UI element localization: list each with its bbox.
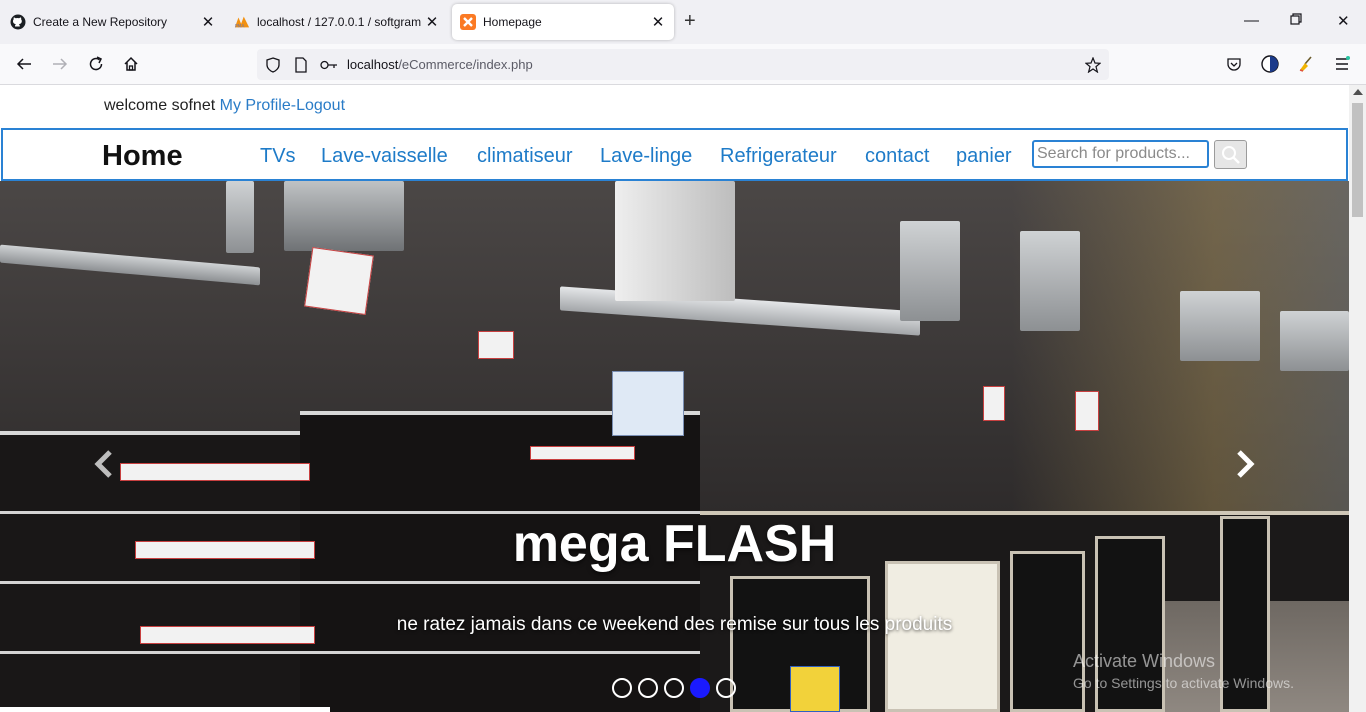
address-bar[interactable]: localhost/eCommerce/index.php: [257, 49, 1109, 80]
content-edge: [0, 707, 330, 712]
github-icon: [10, 14, 26, 30]
carousel-caption-subtitle: ne ratez jamais dans ce weekend des remi…: [396, 614, 953, 635]
app-menu-icon[interactable]: [1332, 54, 1352, 74]
carousel-indicator[interactable]: [612, 678, 632, 698]
phpmyadmin-icon: PMA: [234, 14, 250, 30]
product-search-input[interactable]: [1032, 140, 1209, 168]
tab-title: Create a New Repository: [33, 15, 168, 29]
chevron-left-icon: [94, 450, 112, 478]
browser-toolbar: localhost/eCommerce/index.php: [0, 44, 1366, 85]
close-tab-icon[interactable]: ✕: [424, 13, 440, 31]
watermark-line1: Activate Windows: [1073, 651, 1216, 671]
nav-link-tvs[interactable]: TVs: [260, 145, 296, 168]
close-window-icon[interactable]: ✕: [1337, 12, 1350, 30]
carousel-indicator[interactable]: [638, 678, 658, 698]
web-page: welcome sofnet My Profile-Logout Home TV…: [0, 85, 1349, 712]
shield-icon[interactable]: [263, 55, 283, 75]
close-tab-icon[interactable]: ✕: [200, 13, 216, 31]
hero-carousel: mega FLASH ne ratez jamais dans ce weeke…: [0, 181, 1349, 712]
nav-link-climatiseur[interactable]: climatiseur: [477, 145, 573, 168]
nav-link-panier[interactable]: panier: [956, 145, 1012, 168]
watermark-line2: Go to Settings to activate Windows.: [1073, 675, 1294, 691]
carousel-next-button[interactable]: [1230, 449, 1260, 479]
tab-title: localhost / 127.0.0.1 / softgram: [257, 15, 422, 29]
close-tab-icon[interactable]: ✕: [650, 13, 666, 31]
scroll-up-icon[interactable]: [1353, 89, 1363, 95]
tab-title: Homepage: [483, 15, 542, 29]
tab-phpmyadmin[interactable]: PMA localhost / 127.0.0.1 / softgram ✕: [226, 4, 448, 40]
carousel-indicator[interactable]: [716, 678, 736, 698]
tab-homepage[interactable]: Homepage ✕: [452, 4, 674, 40]
site-navigation: Home TVs Lave-vaisselle climatiseur Lave…: [1, 128, 1348, 181]
url-path: /eCommerce/index.php: [398, 57, 533, 72]
extension-broom-icon[interactable]: [1296, 54, 1316, 74]
carousel-caption-title: mega FLASH: [512, 515, 837, 573]
carousel-prev-button[interactable]: [89, 449, 119, 479]
scrollbar-thumb[interactable]: [1352, 103, 1363, 217]
svg-text:PMA: PMA: [235, 23, 245, 29]
back-icon[interactable]: [14, 54, 34, 74]
search-icon: [1221, 145, 1240, 164]
forward-icon[interactable]: [50, 54, 70, 74]
welcome-text: welcome sofnet: [104, 97, 216, 114]
bookmark-star-icon[interactable]: [1083, 55, 1103, 75]
pocket-icon[interactable]: [1224, 54, 1244, 74]
new-tab-icon[interactable]: +: [684, 10, 696, 33]
carousel-indicators: [612, 678, 736, 698]
url-host: localhost: [347, 57, 399, 72]
tab-create-repository[interactable]: Create a New Repository ✕: [2, 4, 224, 40]
logout-link[interactable]: Logout: [296, 97, 345, 114]
browser-tab-strip: Create a New Repository ✕ PMA localhost …: [0, 0, 1366, 44]
minimize-icon[interactable]: —: [1244, 12, 1259, 29]
home-icon[interactable]: [121, 54, 141, 74]
restore-icon[interactable]: [1290, 12, 1302, 29]
carousel-indicator[interactable]: [664, 678, 684, 698]
dark-mode-extension-icon[interactable]: [1260, 54, 1280, 74]
xampp-icon: [460, 14, 476, 30]
welcome-line: welcome sofnet My Profile-Logout: [104, 97, 345, 115]
url-text: localhost/eCommerce/index.php: [347, 57, 533, 72]
carousel-indicator-active[interactable]: [690, 678, 710, 698]
windows-activation-watermark: Activate Windows Go to Settings to activ…: [1073, 651, 1294, 691]
reload-icon[interactable]: [86, 54, 106, 74]
nav-link-contact[interactable]: contact: [865, 145, 929, 168]
my-profile-link[interactable]: My Profile: [220, 97, 291, 114]
nav-link-lave-vaisselle[interactable]: Lave-vaisselle: [321, 145, 448, 168]
brand-home-link[interactable]: Home: [102, 140, 183, 173]
search-button[interactable]: [1214, 140, 1247, 169]
chevron-right-icon: [1237, 450, 1255, 478]
nav-link-lave-linge[interactable]: Lave-linge: [600, 145, 692, 168]
page-scrollbar[interactable]: [1349, 85, 1366, 712]
page-info-icon[interactable]: [291, 55, 311, 75]
nav-link-refrigerateur[interactable]: Refrigerateur: [720, 145, 837, 168]
key-icon[interactable]: [319, 55, 339, 75]
